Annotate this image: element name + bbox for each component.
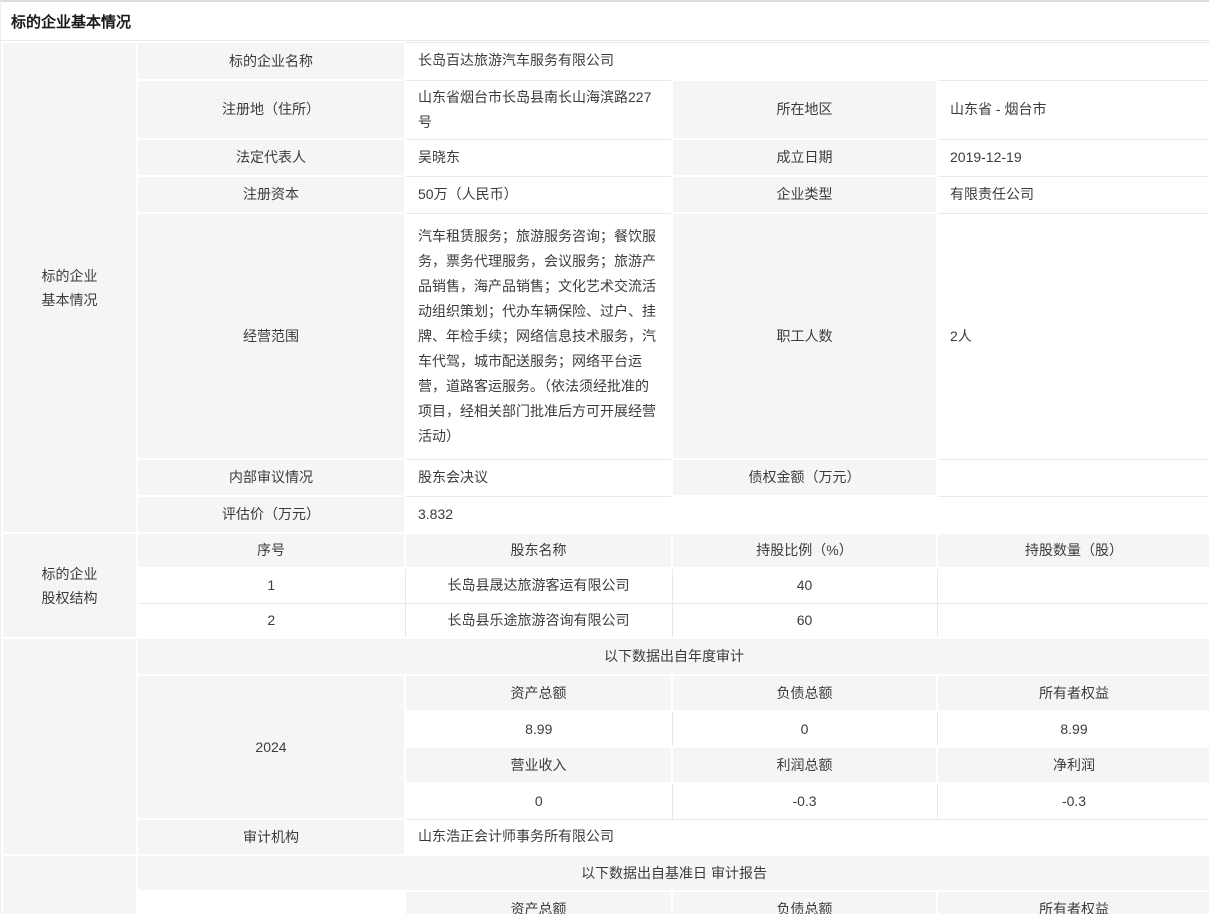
section-label-line1: 标的企业 [15,264,124,288]
field-label-region: 所在地区 [672,80,937,139]
table-row: 法定代表人 吴晓东 成立日期 2019-12-19 [2,139,1209,176]
value-total-profit: -0.3 [672,783,937,819]
section-spacer-baseline-audit [2,855,137,914]
shareholder-index: 2 [137,603,405,638]
field-value-registered-capital: 50万（人民币） [405,176,672,213]
table-row: 注册地（住所） 山东省烟台市长岛县南长山海滨路227号 所在地区 山东省 - 烟… [2,80,1209,139]
table-row: 资产总额 负债总额 所有者权益 [2,891,1209,914]
section-spacer-annual-audit [2,638,137,855]
baseline-year-cell [137,891,405,914]
column-header-total-assets: 资产总额 [405,675,672,711]
column-header-total-liabilities: 负债总额 [672,675,937,711]
table-row: 注册资本 50万（人民币） 企业类型 有限责任公司 [2,176,1209,213]
field-label-business-scope: 经营范围 [137,213,405,459]
column-header-index: 序号 [137,533,405,568]
field-label-legal-representative: 法定代表人 [137,139,405,176]
field-label-registered-address: 注册地（住所） [137,80,405,139]
shareholder-shares [937,603,1209,638]
table-row: 以下数据出自基准日 审计报告 [2,855,1209,891]
table-row: 审计机构 山东浩正会计师事务所有限公司 [2,819,1209,855]
section-label-line2: 基本情况 [15,288,124,312]
table-row: 评估价（万元） 3.832 [2,496,1209,533]
field-value-business-scope: 汽车租赁服务；旅游服务咨询；餐饮服务，票务代理服务，会议服务；旅游产品销售，海产… [405,213,672,459]
column-header-owners-equity: 所有者权益 [937,675,1209,711]
column-header-operating-revenue: 营业收入 [405,747,672,783]
column-header-net-profit: 净利润 [937,747,1209,783]
field-value-legal-representative: 吴晓东 [405,139,672,176]
panel-title-bar: 标的企业基本情况 [1,2,1209,41]
field-value-company-name: 长岛百达旅游汽车服务有限公司 [405,42,1209,80]
field-value-company-type: 有限责任公司 [937,176,1209,213]
shareholder-shares [937,568,1209,603]
field-label-internal-review: 内部审议情况 [137,459,405,496]
column-header-owners-equity: 所有者权益 [937,891,1209,914]
value-net-profit: -0.3 [937,783,1209,819]
table-row: 经营范围 汽车租赁服务；旅游服务咨询；餐饮服务，票务代理服务，会议服务；旅游产品… [2,213,1209,459]
shareholder-name: 长岛县乐途旅游咨询有限公司 [405,603,672,638]
table-row: 内部审议情况 股东会决议 债权金额（万元） [2,459,1209,496]
column-header-shareholder-name: 股东名称 [405,533,672,568]
section-label-line1: 标的企业 [15,562,124,586]
shareholder-name: 长岛县晟达旅游客运有限公司 [405,568,672,603]
column-header-share-ratio: 持股比例（%） [672,533,937,568]
table-row: 标的企业 基本情况 标的企业名称 长岛百达旅游汽车服务有限公司 [2,42,1209,80]
field-label-company-type: 企业类型 [672,176,937,213]
field-value-region: 山东省 - 烟台市 [937,80,1209,139]
target-company-info-panel: 标的企业基本情况 标的企业 基本情况 标的企业名称 长岛百达旅游汽车服务有限公司… [0,0,1209,914]
column-header-total-liabilities: 负债总额 [672,891,937,914]
section-label-equity-structure: 标的企业 股权结构 [2,533,137,638]
shareholder-index: 1 [137,568,405,603]
field-value-registered-address: 山东省烟台市长岛县南长山海滨路227号 [405,80,672,139]
table-row: 2 长岛县乐途旅游咨询有限公司 60 [2,603,1209,638]
field-label-debt-amount: 债权金额（万元） [672,459,937,496]
table-row: 1 长岛县晟达旅游客运有限公司 40 [2,568,1209,603]
field-value-debt-amount [937,459,1209,496]
table-row: 2024 资产总额 负债总额 所有者权益 [2,675,1209,711]
shareholder-ratio: 60 [672,603,937,638]
table-row: 标的企业 股权结构 序号 股东名称 持股比例（%） 持股数量（股） [2,533,1209,568]
value-operating-revenue: 0 [405,783,672,819]
value-total-assets: 8.99 [405,711,672,747]
section-label-line2: 股权结构 [15,586,124,610]
baseline-audit-title: 以下数据出自基准日 审计报告 [137,855,1209,891]
annual-audit-title: 以下数据出自年度审计 [137,638,1209,675]
field-value-valuation: 3.832 [405,496,1209,533]
column-header-total-profit: 利润总额 [672,747,937,783]
field-label-valuation: 评估价（万元） [137,496,405,533]
shareholder-ratio: 40 [672,568,937,603]
field-label-company-name: 标的企业名称 [137,42,405,80]
value-owners-equity: 8.99 [937,711,1209,747]
table-row: 以下数据出自年度审计 [2,638,1209,675]
company-info-table: 标的企业 基本情况 标的企业名称 长岛百达旅游汽车服务有限公司 注册地（住所） … [1,41,1209,914]
field-value-internal-review: 股东会决议 [405,459,672,496]
field-label-audit-firm: 审计机构 [137,819,405,855]
column-header-total-assets: 资产总额 [405,891,672,914]
column-header-share-count: 持股数量（股） [937,533,1209,568]
field-label-staff-count: 职工人数 [672,213,937,459]
field-value-audit-firm: 山东浩正会计师事务所有限公司 [405,819,1209,855]
page-title: 标的企业基本情况 [11,11,131,32]
field-value-staff-count: 2人 [937,213,1209,459]
value-total-liabilities: 0 [672,711,937,747]
field-label-registered-capital: 注册资本 [137,176,405,213]
audit-year: 2024 [137,675,405,819]
section-label-basic-info: 标的企业 基本情况 [2,42,137,533]
field-value-founded-date: 2019-12-19 [937,139,1209,176]
field-label-founded-date: 成立日期 [672,139,937,176]
